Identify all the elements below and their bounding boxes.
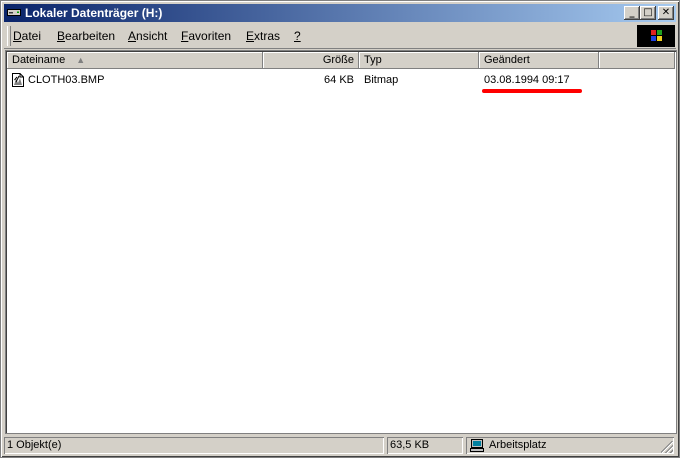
drive-icon [7, 9, 21, 16]
file-type: Bitmap [364, 74, 399, 86]
menu-ansicht[interactable]: Ansicht [128, 29, 167, 43]
column-header-size[interactable]: Größe [263, 52, 359, 69]
column-header-filler [599, 52, 675, 69]
windows-flag-icon [651, 30, 662, 41]
status-location-label: Arbeitsplatz [489, 439, 547, 451]
status-object-count: 1 Objekt(e) [4, 437, 384, 454]
menu-extras[interactable]: Extras [246, 29, 280, 43]
window-title: Lokaler Datenträger (H:) [25, 6, 163, 20]
menu-datei[interactable]: Datei [13, 29, 41, 43]
column-header-type[interactable]: Typ [359, 52, 479, 69]
close-button[interactable]: ✕ [658, 6, 674, 20]
status-bar: 1 Objekt(e) 63,5 KB Arbeitsplatz [4, 435, 676, 455]
column-header-modified[interactable]: Geändert [479, 52, 599, 69]
menu-favoriten[interactable]: Favoriten [181, 29, 231, 43]
file-row[interactable]: CLOTH03.BMP 64 KB Bitmap 03.08.1994 09:1… [7, 72, 673, 88]
status-size: 63,5 KB [387, 437, 463, 454]
sort-ascending-icon: ▲ [76, 55, 86, 65]
menu-bearbeiten[interactable]: Bearbeiten [57, 29, 115, 43]
menu-grip[interactable] [7, 26, 11, 46]
file-list[interactable]: Dateiname ▲ Größe Typ Geändert CLOTH03.BM… [5, 50, 677, 434]
menu-bar: Datei Bearbeiten Ansicht Favoriten Extra… [4, 24, 676, 49]
windows-logo [637, 25, 675, 47]
resize-grip[interactable] [661, 441, 673, 453]
maximize-button[interactable]: □ [640, 6, 656, 20]
my-computer-icon [470, 439, 484, 452]
minimize-button[interactable]: _ [624, 6, 640, 20]
file-name: CLOTH03.BMP [28, 74, 105, 86]
bitmap-file-icon [12, 73, 24, 87]
menu-help[interactable]: ? [294, 29, 301, 43]
column-header-name[interactable]: Dateiname ▲ [7, 52, 263, 69]
status-location: Arbeitsplatz [466, 437, 674, 454]
title-bar[interactable]: Lokaler Datenträger (H:) _ □ ✕ [4, 4, 676, 22]
highlight-underline [482, 89, 582, 93]
file-modified: 03.08.1994 09:17 [484, 74, 570, 86]
file-size: 64 KB [324, 74, 354, 86]
explorer-window: Lokaler Datenträger (H:) _ □ ✕ Datei Bea… [0, 0, 680, 458]
